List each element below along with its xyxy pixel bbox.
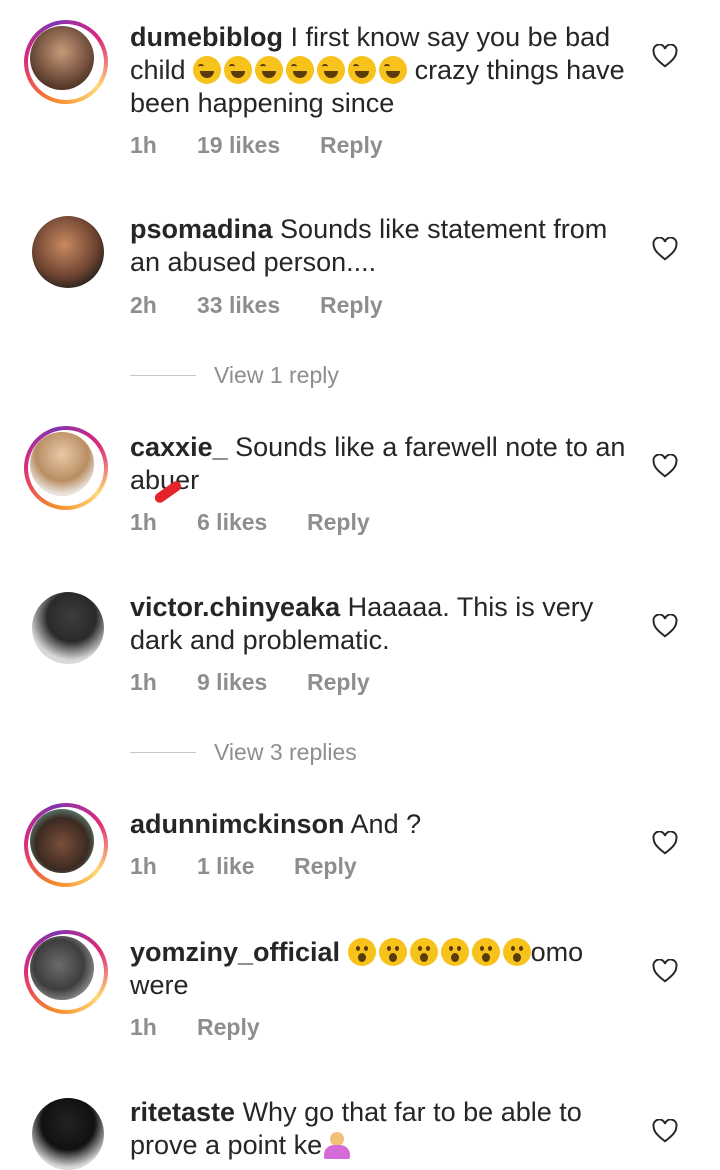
comment-time: 1h xyxy=(130,1014,157,1040)
surprised-emoji-group xyxy=(347,938,531,966)
surprised-emoji-icon xyxy=(471,938,500,966)
view-replies-label: View 1 reply xyxy=(214,361,339,388)
username[interactable]: caxxie_ xyxy=(130,432,228,462)
comment-text: adunnimckinson And ? xyxy=(130,808,630,841)
heart-outline-icon[interactable] xyxy=(652,237,678,261)
comment-meta: 1h 6 likes Reply xyxy=(130,509,370,536)
comment-body: And ? xyxy=(350,809,422,839)
comment-text: ritetaste Why go that far to be able to … xyxy=(130,1096,630,1162)
reply-button[interactable]: Reply xyxy=(307,669,370,696)
heart-outline-icon[interactable] xyxy=(652,1119,678,1143)
surprised-emoji-icon xyxy=(347,938,376,966)
comment-time: 1h xyxy=(130,509,157,535)
laughing-emoji-icon xyxy=(379,56,408,84)
username[interactable]: dumebiblog xyxy=(130,22,283,52)
heart-outline-icon[interactable] xyxy=(652,831,678,855)
divider xyxy=(130,374,196,376)
like-count[interactable]: 9 likes xyxy=(197,669,307,696)
comment-meta: 1h 9 likes Reply xyxy=(130,669,370,696)
heart-outline-icon[interactable] xyxy=(652,614,678,638)
surprised-emoji-icon xyxy=(378,938,407,966)
comment-time: 1h xyxy=(130,853,157,879)
comment-text: dumebiblog I first know say you be bad c… xyxy=(130,21,630,120)
heart-outline-icon[interactable] xyxy=(652,44,678,68)
avatar[interactable] xyxy=(24,20,108,104)
laughing-emoji-icon xyxy=(255,56,284,84)
username[interactable]: psomadina xyxy=(130,214,273,244)
reply-button[interactable]: Reply xyxy=(320,132,383,159)
surprised-emoji-icon xyxy=(440,938,469,966)
like-count[interactable]: 1 like xyxy=(197,853,294,880)
username[interactable]: ritetaste xyxy=(130,1097,235,1127)
avatar[interactable] xyxy=(24,930,108,1014)
like-count[interactable]: 6 likes xyxy=(197,509,307,536)
username[interactable]: yomziny_official xyxy=(130,937,340,967)
reply-button[interactable]: Reply xyxy=(320,292,383,319)
laughing-emoji-group xyxy=(193,56,408,84)
comment-meta: 2h 33 likes Reply xyxy=(130,292,383,319)
comment-time: 1h xyxy=(130,669,157,695)
heart-outline-icon[interactable] xyxy=(652,959,678,983)
surprised-emoji-icon xyxy=(502,938,531,966)
comment-text: psomadina Sounds like statement from an … xyxy=(130,213,630,279)
laughing-emoji-icon xyxy=(286,56,315,84)
person-shrugging-icon xyxy=(322,1130,352,1160)
divider xyxy=(130,751,196,753)
avatar[interactable] xyxy=(32,1098,104,1170)
avatar[interactable] xyxy=(32,592,104,664)
comment-time: 2h xyxy=(130,292,157,318)
comment-text: yomziny_official omo were xyxy=(130,936,630,1002)
comment-text: victor.chinyeaka Haaaaa. This is very da… xyxy=(130,591,630,657)
heart-outline-icon[interactable] xyxy=(652,454,678,478)
comment-text: caxxie_ Sounds like a farewell note to a… xyxy=(130,431,630,497)
view-replies-button[interactable]: View 3 replies xyxy=(130,737,357,767)
view-replies-label: View 3 replies xyxy=(214,738,357,765)
reply-button[interactable]: Reply xyxy=(307,509,370,536)
laughing-emoji-icon xyxy=(193,56,222,84)
avatar[interactable] xyxy=(32,216,104,288)
view-replies-button[interactable]: View 1 reply xyxy=(130,360,339,390)
like-count[interactable]: 19 likes xyxy=(197,132,320,159)
laughing-emoji-icon xyxy=(224,56,253,84)
username[interactable]: victor.chinyeaka xyxy=(130,592,340,622)
comment-meta: 1h 19 likes Reply xyxy=(130,132,383,159)
laughing-emoji-icon xyxy=(317,56,346,84)
comment-time: 1h xyxy=(130,132,157,158)
like-count[interactable]: 33 likes xyxy=(197,292,320,319)
surprised-emoji-icon xyxy=(409,938,438,966)
laughing-emoji-icon xyxy=(348,56,377,84)
avatar[interactable] xyxy=(24,426,108,510)
avatar[interactable] xyxy=(24,803,108,887)
comment-meta: 1h 1 like Reply xyxy=(130,853,357,880)
reply-button[interactable]: Reply xyxy=(197,1014,260,1041)
username[interactable]: adunnimckinson xyxy=(130,809,345,839)
comment-meta: 1h Reply xyxy=(130,1014,260,1041)
reply-button[interactable]: Reply xyxy=(294,853,357,880)
